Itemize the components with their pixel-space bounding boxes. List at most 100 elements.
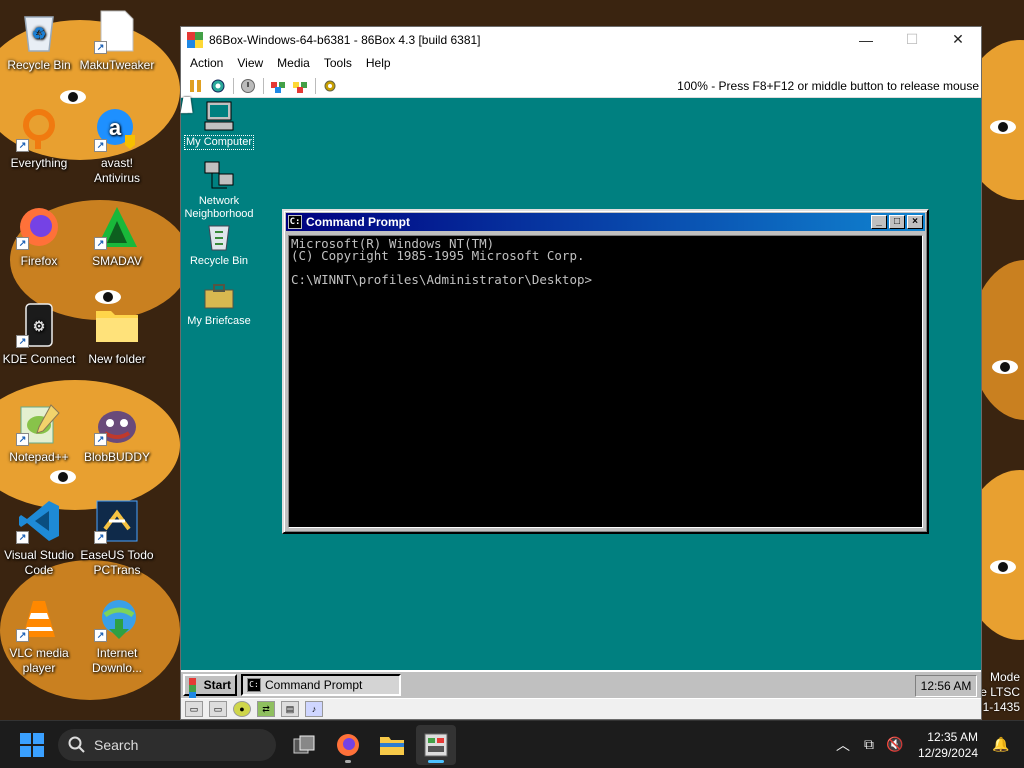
menu-help[interactable]: Help [359, 56, 398, 70]
taskbar-file-explorer[interactable] [372, 725, 412, 765]
minimize-button[interactable]: — [843, 27, 889, 52]
86box-statusbar: ▭ ▭ ● ⇄ ▤ ♪ [181, 699, 981, 719]
desktop-icon-makutweaker[interactable]: ↗ MakuTweaker [78, 8, 156, 73]
desktop-icon-idm[interactable]: ↗ Internet Downlo... [78, 596, 156, 676]
command-prompt-window[interactable]: C: Command Prompt _ □ × Microsoft(R) Win… [282, 209, 929, 534]
firefox-icon: ↗ [16, 204, 62, 250]
86box-titlebar[interactable]: 86Box-Windows-64-b6381 - 86Box 4.3 [buil… [181, 27, 981, 52]
notification-bell-icon[interactable]: 🔔 [988, 736, 1014, 753]
desktop-icon-label: Recycle Bin [7, 58, 71, 72]
pause-icon[interactable] [187, 77, 205, 95]
menu-action[interactable]: Action [183, 56, 230, 70]
running-indicator [428, 759, 444, 763]
cdrom-icon[interactable]: ● [233, 701, 251, 717]
vm-icon-my-briefcase[interactable]: My Briefcase [181, 280, 257, 328]
wallpaper-eye [992, 360, 1018, 374]
desktop-icon-recycle-bin[interactable]: ♻ Recycle Bin [0, 8, 78, 73]
vm-taskbar: Start C: Command Prompt 12:56 AM [181, 670, 981, 698]
shortcut-arrow-icon: ↗ [16, 433, 29, 446]
desktop-icon-smadav[interactable]: ↗ SMADAV [78, 204, 156, 269]
console-output[interactable]: Microsoft(R) Windows NT(TM) (C) Copyright… [288, 235, 923, 528]
floppy-icon[interactable]: ▭ [185, 701, 203, 717]
command-prompt-icon: C: [288, 215, 302, 229]
task-view-button[interactable] [284, 725, 324, 765]
desktop-icon-label: SMADAV [92, 254, 142, 268]
desktop-icon-avast[interactable]: a ↗ avast! Antivirus [78, 106, 156, 186]
menu-view[interactable]: View [230, 56, 270, 70]
nt-task-command-prompt[interactable]: C: Command Prompt [241, 674, 401, 696]
desktop-icon-blobbuddy[interactable]: ↗ BlobBUDDY [78, 400, 156, 465]
shortcut-arrow-icon: ↗ [94, 433, 107, 446]
briefcase-icon [203, 280, 235, 312]
menu-media[interactable]: Media [270, 56, 317, 70]
maximize-button[interactable]: ☐ [889, 27, 935, 52]
taskbar-firefox[interactable] [328, 725, 368, 765]
desktop-icon-notepadpp[interactable]: ↗ Notepad++ [0, 400, 78, 465]
hdd-icon[interactable]: ▤ [281, 701, 299, 717]
nt-start-button[interactable]: Start [183, 674, 237, 698]
desktop-icon-new-folder[interactable]: New folder [78, 302, 156, 367]
cmd-minimize-button[interactable]: _ [871, 215, 887, 229]
file-explorer-icon [380, 736, 404, 755]
window-title: 86Box-Windows-64-b6381 - 86Box 4.3 [buil… [209, 32, 481, 47]
running-indicator [345, 759, 351, 763]
everything-search-icon: ↗ [16, 106, 62, 152]
wallpaper-eye [50, 470, 76, 484]
watermark-line: Mode [989, 670, 1020, 684]
kde-connect-icon: ⚙ ↗ [16, 302, 62, 348]
power-icon[interactable] [239, 77, 257, 95]
vm-icon-label: My Briefcase [187, 315, 251, 327]
network-icon[interactable]: ⧉ [856, 736, 882, 753]
desktop-icon-firefox[interactable]: ↗ Firefox [0, 204, 78, 269]
network-neighborhood-icon [203, 160, 235, 192]
wallpaper-eye [990, 120, 1016, 134]
toolbar: 100% - Press F8+F12 or middle button to … [181, 74, 981, 98]
my-computer-icon [203, 100, 235, 132]
shortcut-arrow-icon: ↗ [16, 531, 29, 544]
vscode-icon: ↗ [16, 498, 62, 544]
sound-icon[interactable]: ♪ [305, 701, 323, 717]
idm-icon: ↗ [94, 596, 140, 642]
vm-icon-recycle-bin[interactable]: Recycle Bin [181, 220, 257, 268]
clock-date: 12/29/2024 [917, 745, 978, 760]
desktop-icon-label: Internet Downlo... [91, 646, 143, 675]
desktop-icon-label: New folder [88, 352, 146, 366]
desktop-icon-kde-connect[interactable]: ⚙ ↗ KDE Connect [0, 302, 78, 367]
host-taskbar: Search ︿ ⧉ 🔇 12:35 AM 12/29/2024 🔔 [0, 720, 1024, 768]
emulated-screen[interactable]: My Computer Network Neighborhood Recycle… [181, 98, 981, 698]
desktop-icon-label: VLC media player [9, 646, 69, 675]
floppy-icon[interactable]: ▭ [209, 701, 227, 717]
network-icon[interactable]: ⇄ [257, 701, 275, 717]
host-clock[interactable]: 12:35 AM 12/29/2024 [918, 729, 978, 761]
desktop-icon-easeus[interactable]: ↗ EaseUS Todo PCTrans [78, 498, 156, 578]
shortcut-arrow-icon: ↗ [94, 629, 107, 642]
firefox-icon [337, 733, 359, 756]
desktop-icon-vscode[interactable]: ↗ Visual Studio Code [0, 498, 78, 578]
settings-icon[interactable] [321, 77, 339, 95]
ctrl-alt-esc-icon[interactable] [291, 77, 309, 95]
shortcut-arrow-icon: ↗ [16, 335, 29, 348]
volume-muted-icon[interactable]: 🔇 [882, 736, 908, 753]
close-button[interactable]: ✕ [935, 27, 981, 52]
folder-icon [94, 302, 140, 348]
vm-icon-network-neighborhood[interactable]: Network Neighborhood [181, 160, 257, 221]
blobbuddy-icon: ↗ [94, 400, 140, 446]
taskbar-86box[interactable] [416, 724, 456, 765]
menu-tools[interactable]: Tools [317, 56, 359, 70]
desktop-icon-label: Everything [10, 156, 68, 170]
cmd-close-button[interactable]: × [907, 215, 923, 229]
chevron-up-icon[interactable]: ︿ [830, 735, 856, 755]
command-prompt-title: Command Prompt [306, 215, 411, 229]
reset-icon[interactable] [209, 77, 227, 95]
ctrl-alt-del-icon[interactable] [269, 77, 287, 95]
taskbar-search-box[interactable]: Search [58, 728, 276, 761]
cmd-maximize-button[interactable]: □ [889, 215, 905, 229]
desktop-icon-label: MakuTweaker [79, 58, 155, 72]
vm-icon-label: My Computer [183, 135, 255, 150]
windows-start-button[interactable] [20, 732, 44, 757]
command-prompt-titlebar[interactable]: C: Command Prompt _ □ × [286, 213, 925, 231]
desktop-icon-vlc[interactable]: ↗ VLC media player [0, 596, 78, 676]
86box-icon [424, 733, 448, 756]
desktop-icon-everything[interactable]: ↗ Everything [0, 106, 78, 171]
86box-window[interactable]: 86Box-Windows-64-b6381 - 86Box 4.3 [buil… [180, 26, 982, 720]
